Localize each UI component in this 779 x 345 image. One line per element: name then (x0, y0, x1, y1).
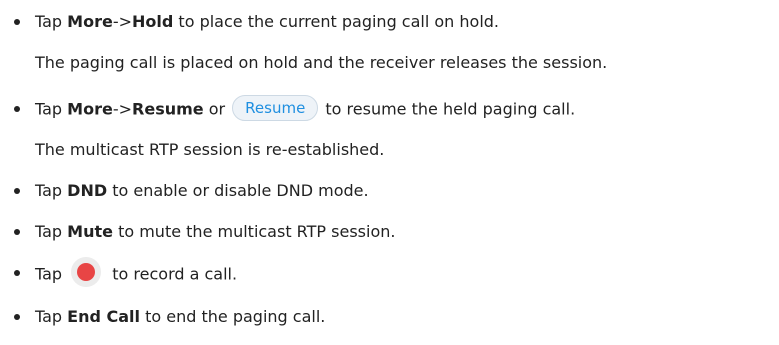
bullet (14, 19, 20, 25)
item-text: Tap More->Hold to place the current pagi… (35, 12, 499, 32)
mute-label: Mute (67, 222, 113, 241)
record-icon (71, 257, 102, 287)
item-description: to resume the held paging call. (320, 99, 576, 119)
tap-text: Tap (35, 307, 68, 326)
item-description: to record a call. (107, 264, 238, 284)
record-dot (77, 263, 96, 281)
hold-label: Hold (132, 12, 174, 31)
bullet (14, 229, 20, 235)
bullet (14, 188, 20, 194)
item-result: The paging call is placed on hold and th… (35, 53, 608, 72)
more-label: More (67, 99, 113, 119)
item-text: Tap More->Resume or Resume to resume the… (35, 95, 576, 121)
item-description: to enable or disable DND mode. (107, 181, 369, 200)
bullet (14, 314, 20, 320)
resume-label: Resume (132, 99, 204, 119)
item-text: Tap to record a call. (35, 257, 238, 287)
tap-text: Tap (35, 264, 68, 284)
item-description: to mute the multicast RTP session. (112, 222, 396, 241)
dnd-label: DND (67, 181, 108, 200)
item-description: to place the current paging call on hold… (173, 12, 500, 31)
item-description: to end the paging call. (140, 307, 326, 326)
arrow-text: -> (112, 99, 133, 119)
instruction-list: Tap More->Hold to place the current pagi… (0, 0, 779, 345)
more-label: More (67, 12, 113, 31)
tap-text: Tap (35, 222, 68, 241)
resume-button: Resume (232, 95, 319, 121)
end-call-label: End Call (67, 307, 141, 326)
bullet (14, 106, 20, 112)
tap-text: Tap (35, 12, 68, 31)
item-text: Tap Mute to mute the multicast RTP sessi… (35, 222, 395, 242)
or-text: or (203, 99, 231, 119)
bullet (14, 270, 20, 276)
tap-text: Tap (35, 181, 68, 200)
item-text: Tap DND to enable or disable DND mode. (35, 181, 369, 201)
arrow-text: -> (112, 12, 133, 31)
item-text: Tap End Call to end the paging call. (35, 307, 325, 327)
tap-text: Tap (35, 99, 68, 119)
item-result: The multicast RTP session is re-establis… (35, 140, 385, 159)
